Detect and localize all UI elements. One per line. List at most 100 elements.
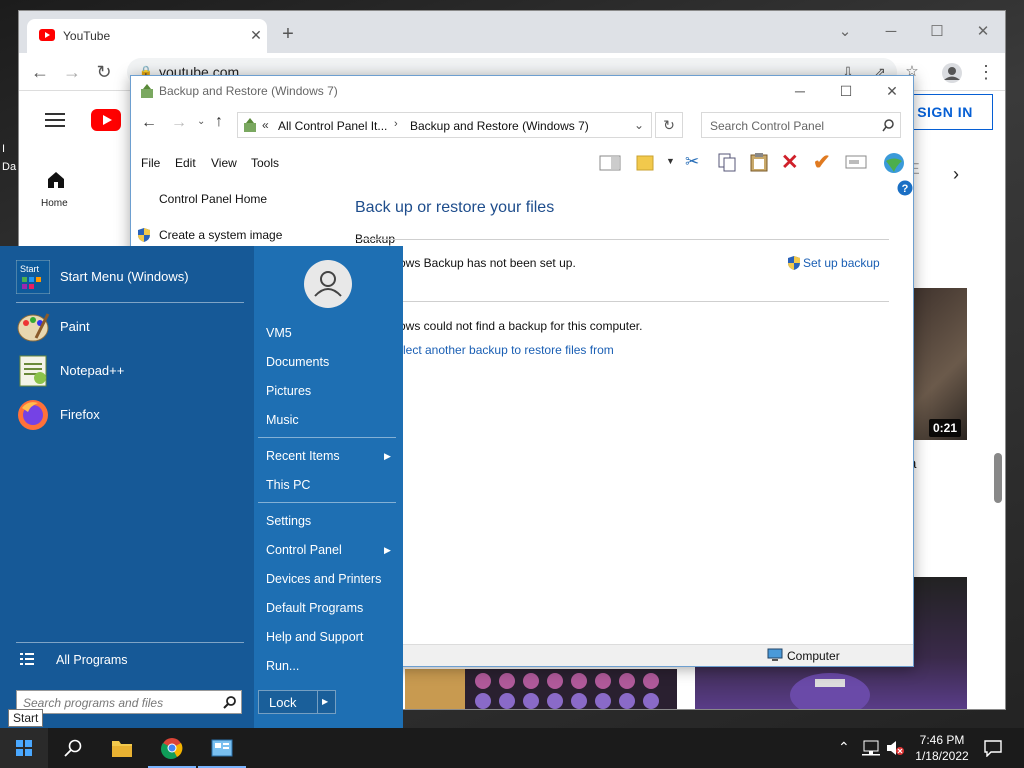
sm-run[interactable]: Run... xyxy=(266,659,299,673)
page-scrollbar[interactable] xyxy=(994,453,1002,503)
search-icon xyxy=(882,119,894,132)
sm-control-panel[interactable]: Control Panel xyxy=(266,543,342,557)
sm-settings[interactable]: Settings xyxy=(266,514,311,528)
user-avatar[interactable] xyxy=(304,260,352,308)
up-icon[interactable]: ↑ xyxy=(215,113,223,131)
windows-logo-icon xyxy=(16,740,32,756)
taskbar-file-explorer[interactable] xyxy=(98,728,146,768)
explorer-minimize-button[interactable]: ─ xyxy=(777,80,823,102)
hamburger-icon[interactable] xyxy=(45,112,65,128)
home-icon[interactable] xyxy=(47,171,65,189)
create-system-image-link[interactable]: Create a system image xyxy=(159,228,282,242)
set-up-backup-link[interactable]: Set up backup xyxy=(803,256,880,270)
show-hidden-icons[interactable]: ⌃ xyxy=(838,739,850,756)
select-backup-link[interactable]: lect another backup to restore files fro… xyxy=(403,343,614,357)
clock-time: 7:46 PM xyxy=(919,733,965,747)
volume-muted-icon[interactable] xyxy=(886,740,904,756)
taskbar-control-panel[interactable] xyxy=(198,728,246,768)
system-clock[interactable]: 7:46 PM 1/18/2022 xyxy=(912,732,972,764)
backup-app-icon xyxy=(141,84,153,98)
breadcrumb-prefix: « xyxy=(262,118,269,132)
profile-icon[interactable] xyxy=(941,62,963,84)
sm-devices-printers[interactable]: Devices and Printers xyxy=(266,572,381,586)
reload-icon[interactable]: ↻ xyxy=(93,62,115,84)
sm-help-support[interactable]: Help and Support xyxy=(266,630,363,644)
paste-icon[interactable] xyxy=(749,152,769,172)
refresh-button[interactable]: ↻ xyxy=(655,112,683,138)
explorer-back-icon[interactable]: ← xyxy=(141,114,157,132)
sm-default-programs[interactable]: Default Programs xyxy=(266,601,363,615)
menu-edit[interactable]: Edit xyxy=(175,156,196,170)
explorer-close-button[interactable]: ✕ xyxy=(869,80,913,102)
folder-options-icon[interactable] xyxy=(635,152,655,172)
address-bar[interactable]: « All Control Panel It... › Backup and R… xyxy=(237,112,652,138)
breadcrumb-item[interactable]: Backup and Restore (Windows 7) xyxy=(410,119,589,133)
menu-kebab-icon[interactable]: ⋮ xyxy=(975,62,997,84)
sm-vm5[interactable]: VM5 xyxy=(266,326,292,340)
pinned-start-menu-app[interactable]: Start Start Menu (Windows) xyxy=(16,258,244,296)
address-dropdown-icon[interactable]: ⌄ xyxy=(634,118,644,132)
sm-music[interactable]: Music xyxy=(266,413,299,427)
breadcrumb-separator-icon[interactable]: › xyxy=(394,118,398,130)
start-search-input[interactable]: Search programs and files xyxy=(16,690,242,714)
youtube-logo-icon[interactable] xyxy=(91,109,121,131)
notifications-icon[interactable] xyxy=(984,739,1002,757)
cut-icon[interactable]: ✂ xyxy=(685,152,699,172)
control-panel-home-link[interactable]: Control Panel Home xyxy=(159,192,267,206)
sm-this-pc[interactable]: This PC xyxy=(266,478,310,492)
start-menu-app-icon: Start xyxy=(16,260,50,294)
chip-next-icon[interactable]: › xyxy=(953,164,959,185)
taskbar-search-button[interactable] xyxy=(48,728,96,768)
minimize-button[interactable]: ─ xyxy=(869,19,913,45)
close-button[interactable]: ✕ xyxy=(961,19,1005,45)
sm-recent-items[interactable]: Recent Items xyxy=(266,449,340,463)
pinned-notepadpp[interactable]: Notepad++ xyxy=(16,352,244,390)
lock-button[interactable]: Lock ▶ xyxy=(258,690,336,714)
preview-pane-icon[interactable] xyxy=(599,154,621,172)
thumbnail-character xyxy=(790,673,870,709)
tab-youtube[interactable]: YouTube ✕ xyxy=(27,19,267,53)
restore-status-text: ows could not find a backup for this com… xyxy=(399,319,643,333)
recent-locations-icon[interactable]: ⌄ xyxy=(197,116,205,127)
rename-icon[interactable] xyxy=(845,154,867,170)
back-icon[interactable]: ← xyxy=(29,62,51,84)
sm-documents[interactable]: Documents xyxy=(266,355,329,369)
video-thumbnail-3[interactable] xyxy=(405,669,677,709)
network-icon[interactable] xyxy=(862,740,880,756)
pinned-firefox[interactable]: Firefox xyxy=(16,396,244,434)
explorer-forward-icon[interactable]: → xyxy=(171,114,187,132)
new-tab-button[interactable]: + xyxy=(277,24,299,47)
control-panel-search[interactable]: Search Control Panel xyxy=(701,112,901,138)
chrome-icon xyxy=(161,738,183,759)
menu-tools[interactable]: Tools xyxy=(251,156,279,170)
lock-label: Lock xyxy=(269,695,297,710)
all-programs-button[interactable]: All Programs xyxy=(56,653,128,667)
delete-icon[interactable]: ✕ xyxy=(781,150,799,175)
explorer-maximize-button[interactable]: ☐ xyxy=(823,80,869,102)
copy-icon[interactable] xyxy=(717,152,737,172)
firefox-icon xyxy=(18,400,48,430)
control-panel-taskbar-icon xyxy=(211,739,233,757)
breadcrumb-item[interactable]: All Control Panel It... xyxy=(278,119,387,133)
start-button[interactable] xyxy=(0,728,48,768)
help-icon[interactable]: ? xyxy=(897,180,913,196)
properties-check-icon[interactable]: ✔ xyxy=(813,150,831,175)
search-placeholder: Search Control Panel xyxy=(710,119,825,133)
video-duration: 0:21 xyxy=(929,419,962,437)
taskbar-chrome[interactable] xyxy=(148,728,196,768)
maximize-button[interactable]: ☐ xyxy=(915,19,959,45)
status-computer: Computer xyxy=(787,649,840,663)
power-options-arrow-icon[interactable]: ▶ xyxy=(322,697,328,706)
forward-icon[interactable]: → xyxy=(61,62,83,84)
setup-shield-icon xyxy=(788,256,800,270)
user-icon xyxy=(314,271,342,297)
globe-icon[interactable] xyxy=(883,152,905,174)
options-dropdown-icon[interactable]: ▼ xyxy=(666,156,675,166)
tab-search-icon[interactable]: ⌄ xyxy=(823,19,867,45)
pinned-paint[interactable]: Paint xyxy=(16,308,244,346)
menu-file[interactable]: File xyxy=(141,156,160,170)
sm-pictures[interactable]: Pictures xyxy=(266,384,311,398)
menu-view[interactable]: View xyxy=(211,156,237,170)
tab-close-icon[interactable]: ✕ xyxy=(247,26,265,44)
list-icon xyxy=(20,653,34,665)
